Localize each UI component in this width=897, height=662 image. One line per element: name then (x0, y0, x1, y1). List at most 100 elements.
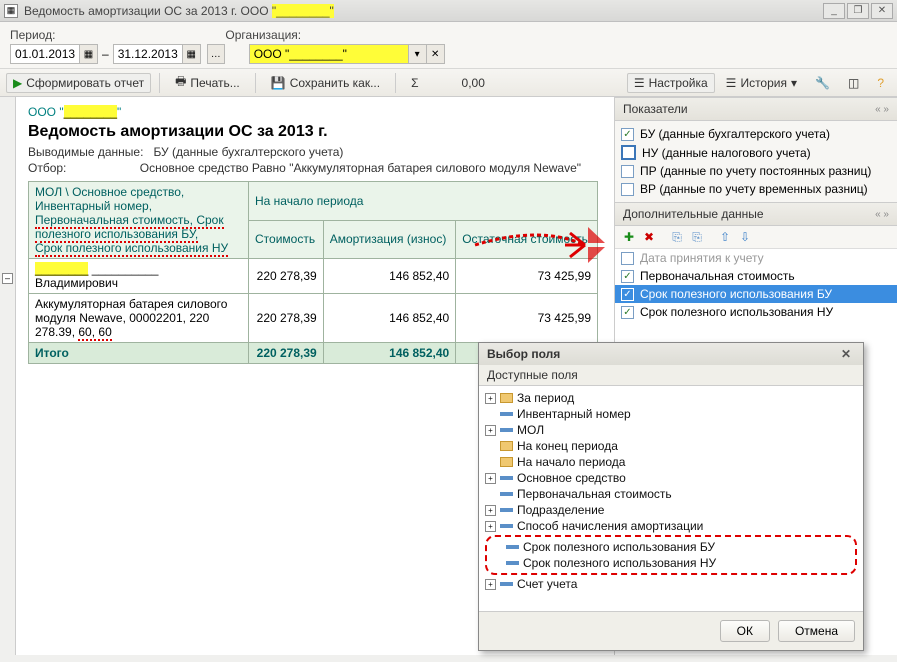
move-up-icon[interactable]: ⇧ (717, 229, 733, 245)
tool-a-icon[interactable]: 🔧 (808, 73, 837, 93)
checkbox-icon: ✓ (621, 128, 634, 141)
table-row[interactable]: ________ __________ Владимирович 220 278… (29, 259, 598, 294)
tree-item[interactable]: Срок полезного использования БУ (491, 539, 851, 555)
tree-item-label: Основное средство (517, 471, 626, 485)
cancel-button[interactable]: Отмена (778, 620, 855, 642)
move-down-icon[interactable]: ⇩ (737, 229, 753, 245)
indicator-label: БУ (данные бухгалтерского учета) (640, 127, 830, 141)
org-dropdown-icon[interactable]: ▾ (409, 44, 427, 64)
date-from-input[interactable] (10, 44, 80, 64)
field-tree: +За периодИнвентарный номер + МОЛ На конец … (479, 386, 863, 611)
tree-item[interactable]: Срок полезного использования НУ (491, 555, 851, 571)
org-label: Организация: (225, 28, 301, 42)
history-label: История (740, 76, 787, 90)
indicator-row[interactable]: ПР (данные по учету постоянных разниц) (621, 162, 891, 180)
table-row[interactable]: Аккумуляторная батарея силового модуля N… (29, 294, 598, 343)
paste-icon[interactable]: ⎘ (689, 229, 705, 245)
checkbox-icon (621, 183, 634, 196)
report-meta1: Выводимые данные: БУ (данные бухгалтерск… (28, 145, 602, 159)
maximize-button[interactable]: ❐ (847, 3, 869, 19)
tree-item[interactable]: +За период (485, 390, 857, 406)
collapse-toggle[interactable]: – (2, 273, 13, 284)
indicator-row[interactable]: ✓ БУ (данные бухгалтерского учета) (621, 125, 891, 143)
tree-item[interactable]: +Счет учета (485, 576, 857, 592)
history-button[interactable]: ☰История▾ (719, 73, 804, 93)
help-icon[interactable]: ? (870, 73, 891, 93)
folder-icon (500, 457, 513, 467)
field-icon (506, 561, 519, 565)
tree-item[interactable]: Первоначальная стоимость (485, 486, 857, 502)
disk-icon: 💾 (271, 76, 286, 90)
expand-icon[interactable]: + (485, 425, 496, 436)
window-title-text: Ведомость амортизации ОС за 2013 г. ООО (24, 4, 272, 18)
tree-item[interactable]: Инвентарный номер (485, 406, 857, 422)
org-input[interactable] (249, 44, 409, 64)
period-preset-button[interactable]: … (207, 44, 225, 64)
tree-item-label: МОЛ (517, 423, 544, 437)
extra-data-row[interactable]: ✓ Срок полезного использования НУ (615, 303, 897, 321)
delete-icon[interactable]: ✖ (641, 229, 657, 245)
tree-item-label: Срок полезного использования НУ (523, 556, 716, 570)
extra-data-row[interactable]: Дата принятия к учету (615, 249, 897, 267)
cell: 146 852,40 (323, 294, 456, 343)
tree-item[interactable]: + Подразделение (485, 502, 857, 518)
dialog-subheader: Доступные поля (479, 365, 863, 386)
tree-item[interactable]: На начало периода (485, 454, 857, 470)
chevron-down-icon: ▾ (791, 76, 797, 90)
expand-icon[interactable]: + (485, 521, 496, 532)
expand-icon[interactable]: + (485, 579, 496, 590)
copy-icon[interactable]: ⎘ (669, 229, 685, 245)
tree-item[interactable]: + Основное средство (485, 470, 857, 486)
tree-item[interactable]: + МОЛ (485, 422, 857, 438)
sigma-button[interactable]: Σ (404, 73, 425, 93)
app-icon: ▦ (4, 4, 18, 18)
date-from-picker-icon[interactable]: ▦ (80, 44, 98, 64)
window-title-org: "________" (272, 4, 334, 18)
checkbox-icon: ✓ (621, 306, 634, 319)
print-button[interactable]: 🖶Печать... (168, 69, 247, 96)
indicator-row[interactable]: НУ (данные налогового учета) (621, 143, 891, 162)
expand-icon[interactable]: + (485, 473, 496, 484)
save-label: Сохранить как... (290, 76, 380, 90)
expand-icon[interactable]: + (485, 505, 496, 516)
minimize-button[interactable]: _ (823, 3, 845, 19)
cell: 146 852,40 (323, 259, 456, 294)
org-clear-icon[interactable]: ✕ (427, 44, 445, 64)
tree-item[interactable]: На конец периода (485, 438, 857, 454)
row2-name: Аккумуляторная батарея силового модуля N… (29, 294, 249, 343)
tree-item[interactable]: +Способ начисления амортизации (485, 518, 857, 534)
print-label: Печать... (190, 76, 239, 90)
form-report-button[interactable]: ▶Сформировать отчет (6, 73, 151, 93)
tree-item-label: На конец периода (517, 439, 618, 453)
ok-button[interactable]: ОК (720, 620, 770, 642)
settings-button[interactable]: ☰Настройка (627, 73, 715, 93)
extra-data-row[interactable]: ✓Первоначальная стоимость (615, 267, 897, 285)
date-to-picker-icon[interactable]: ▦ (183, 44, 201, 64)
tree-item-label: Подразделение (517, 503, 604, 517)
dialog-close-icon[interactable]: ✕ (837, 347, 855, 361)
tool-b-icon[interactable]: ◫ (841, 73, 866, 93)
add-icon[interactable]: ✚ (621, 229, 637, 245)
indicators-header[interactable]: Показатели« » (615, 97, 897, 121)
indicator-row[interactable]: ВР (данные по учету временных разниц) (621, 180, 891, 198)
folder-icon (500, 393, 513, 403)
field-picker-dialog: Выбор поля ✕ Доступные поля +За периодИн… (478, 342, 864, 651)
date-sep: – (102, 47, 109, 61)
checkbox-icon: ✓ (621, 288, 634, 301)
tree-item-label: На начало периода (517, 455, 625, 469)
extra-data-row[interactable]: ✓Срок полезного использования БУ (615, 285, 897, 303)
report-org-hl: ________ (64, 105, 117, 119)
date-to-input[interactable] (113, 44, 183, 64)
indicator-label: ВР (данные по учету временных разниц) (640, 182, 868, 196)
folder-icon (500, 441, 513, 451)
collapse-icon: « » (875, 209, 889, 220)
cell: 220 278,39 (249, 294, 324, 343)
close-button[interactable]: ✕ (871, 3, 893, 19)
extra-data-label: Срок полезного использования НУ (640, 305, 833, 319)
field-icon (500, 492, 513, 496)
extra-data-header[interactable]: Дополнительные данные« » (615, 202, 897, 226)
hdr-amort: Амортизация (износ) (323, 220, 456, 259)
save-as-button[interactable]: 💾 Сохранить как... (264, 73, 387, 93)
cell: 73 425,99 (456, 294, 598, 343)
expand-icon[interactable]: + (485, 393, 496, 404)
